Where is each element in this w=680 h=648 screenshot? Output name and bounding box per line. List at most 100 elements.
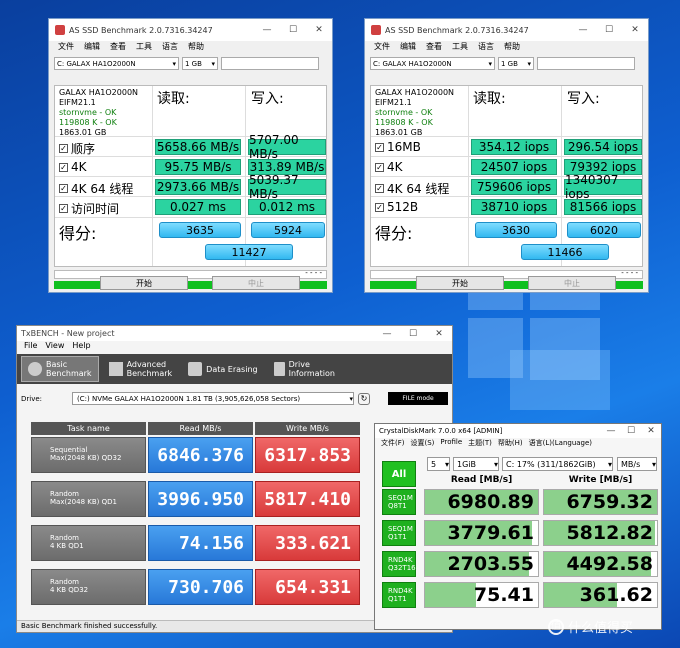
extra-field[interactable] <box>221 57 319 70</box>
all-button[interactable]: All <box>382 461 416 487</box>
row-label[interactable]: ✓ 访问时间 <box>59 200 119 217</box>
menu-view[interactable]: 查看 <box>421 41 447 55</box>
eraser-icon <box>188 362 203 376</box>
drive-select[interactable]: (C:) NVMe GALAX HA1O2000N 1.81 TB (3,905… <box>72 392 354 405</box>
row-label-text: 4K 64 线程 <box>71 182 134 196</box>
stop-button[interactable]: 中止 <box>212 276 300 290</box>
score-write: 6020 <box>567 222 641 238</box>
drive-select[interactable]: C: 17% (311/1862GiB) ▾ <box>502 457 613 471</box>
close-icon[interactable]: ✕ <box>622 25 648 35</box>
maximize-icon[interactable]: ☐ <box>280 25 306 35</box>
minimize-icon[interactable]: — <box>601 426 621 436</box>
minimize-icon[interactable]: — <box>374 329 400 339</box>
maximize-icon[interactable]: ☐ <box>400 329 426 339</box>
menu-tools[interactable]: 工具 <box>447 41 473 55</box>
row-label[interactable]: ✓ 4K 64 线程 <box>375 180 449 197</box>
menu-help[interactable]: 帮助(H) <box>495 438 526 450</box>
tab-basic-benchmark[interactable]: Basic Benchmark <box>21 356 99 382</box>
close-icon[interactable]: ✕ <box>641 426 661 436</box>
menu-language[interactable]: 语言 <box>157 41 183 55</box>
read-fill-bar <box>425 583 476 607</box>
menu-bar: File View Help <box>17 341 452 354</box>
extra-field[interactable] <box>537 57 635 70</box>
menu-settings[interactable]: 设置(S) <box>408 438 438 450</box>
score-total: 11466 <box>521 244 609 260</box>
tab-advanced-benchmark[interactable]: Advanced Benchmark <box>103 356 179 382</box>
close-icon[interactable]: ✕ <box>426 329 452 339</box>
size-select[interactable]: 1GiB ▾ <box>453 457 499 471</box>
stop-button[interactable]: 中止 <box>528 276 616 290</box>
menu-help[interactable]: 帮助 <box>183 41 209 55</box>
test-queue: Q32T16 <box>388 564 416 572</box>
menu-bar: 文件(F) 设置(S) Profile 主题(T) 帮助(H) 语言(L)(La… <box>375 438 661 450</box>
row-label[interactable]: ✓ 4K <box>59 160 87 174</box>
menu-tools[interactable]: 工具 <box>131 41 157 55</box>
test-button-rnd4k-q1t1[interactable]: RND4K Q1T1 <box>382 582 416 608</box>
menu-profile[interactable]: Profile <box>437 438 465 450</box>
menu-view[interactable]: View <box>41 341 68 354</box>
menu-file[interactable]: 文件 <box>369 41 395 55</box>
start-button[interactable]: 开始 <box>416 276 504 290</box>
size-select[interactable]: 1 GB ▾ <box>182 57 218 70</box>
menu-file[interactable]: 文件(F) <box>378 438 408 450</box>
start-button[interactable]: 开始 <box>100 276 188 290</box>
write-value: 6317.853 <box>255 437 360 473</box>
write-value-text: 5812.82 <box>566 522 653 544</box>
row-label[interactable]: ✓ 顺序 <box>59 140 95 157</box>
count-select[interactable]: 5 ▾ <box>427 457 450 471</box>
menu-file[interactable]: 文件 <box>53 41 79 55</box>
menu-edit[interactable]: 编辑 <box>395 41 421 55</box>
checkbox-icon[interactable]: ✓ <box>375 202 384 212</box>
task-button[interactable]: Random 4 KB QD32 <box>31 569 146 605</box>
refresh-icon[interactable]: ↻ <box>358 392 370 405</box>
checkbox-icon[interactable]: ✓ <box>59 144 68 153</box>
read-value: 74.156 <box>148 525 253 561</box>
drive-firmware: EIFM21.1 <box>375 98 412 107</box>
unit-select[interactable]: MB/s ▾ <box>617 457 657 471</box>
close-icon[interactable]: ✕ <box>306 25 332 35</box>
drive-select[interactable]: C: GALAX HA1O2000N ▾ <box>54 57 179 70</box>
menu-language[interactable]: 语言(L)(Language) <box>526 438 595 450</box>
row-label[interactable]: ✓ 4K 64 线程 <box>59 180 133 197</box>
write-value: 5707.00 MB/s <box>248 133 326 161</box>
checkbox-icon[interactable]: ✓ <box>375 184 384 193</box>
task-button[interactable]: Random 4 KB QD1 <box>31 525 146 561</box>
minimize-icon[interactable]: — <box>254 25 280 35</box>
task-button[interactable]: Sequential Max(2048 KB) QD32 <box>31 437 146 473</box>
tab-data-erasing[interactable]: Data Erasing <box>182 356 263 382</box>
test-button-rnd4k-q32t16[interactable]: RND4K Q32T16 <box>382 551 416 577</box>
menu-help[interactable]: 帮助 <box>499 41 525 55</box>
maximize-icon[interactable]: ☐ <box>621 426 641 436</box>
checkbox-icon[interactable]: ✓ <box>59 184 68 193</box>
tab-label: Benchmark <box>126 369 173 378</box>
menu-language[interactable]: 语言 <box>473 41 499 55</box>
size-select[interactable]: 1 GB ▾ <box>498 57 534 70</box>
file-mode-button[interactable]: FILE mode <box>388 392 448 405</box>
drive-select[interactable]: C: GALAX HA1O2000N ▾ <box>370 57 495 70</box>
title-bar: TxBENCH - New project — ☐ ✕ <box>17 326 452 341</box>
row-label[interactable]: ✓ 512B <box>375 200 418 214</box>
test-button-seq1m-q1t1[interactable]: SEQ1M Q1T1 <box>382 520 416 546</box>
alignment-status: 119808 K - OK <box>59 118 117 127</box>
tab-label: Advanced <box>126 360 167 369</box>
row-label[interactable]: ✓ 16MB <box>375 140 421 154</box>
tab-drive-information[interactable]: Drive Information <box>268 356 341 382</box>
menu-view[interactable]: 查看 <box>105 41 131 55</box>
menu-file[interactable]: File <box>20 341 41 354</box>
task-name: Random <box>50 534 79 542</box>
maximize-icon[interactable]: ☐ <box>596 25 622 35</box>
write-header: 写入: <box>567 91 600 107</box>
task-button[interactable]: Random Max(2048 KB) QD1 <box>31 481 146 517</box>
read-value-text: 3779.61 <box>447 522 534 544</box>
menu-help[interactable]: Help <box>68 341 94 354</box>
asssd-window-right: AS SSD Benchmark 2.0.7316.34247 — ☐ ✕ 文件… <box>364 18 649 293</box>
checkbox-icon[interactable]: ✓ <box>375 162 384 172</box>
minimize-icon[interactable]: — <box>570 25 596 35</box>
menu-theme[interactable]: 主题(T) <box>465 438 495 450</box>
checkbox-icon[interactable]: ✓ <box>59 162 68 172</box>
test-button-seq1m-q8t1[interactable]: SEQ1M Q8T1 <box>382 489 416 515</box>
checkbox-icon[interactable]: ✓ <box>375 142 384 152</box>
checkbox-icon[interactable]: ✓ <box>59 204 68 213</box>
menu-edit[interactable]: 编辑 <box>79 41 105 55</box>
row-label[interactable]: ✓ 4K <box>375 160 403 174</box>
